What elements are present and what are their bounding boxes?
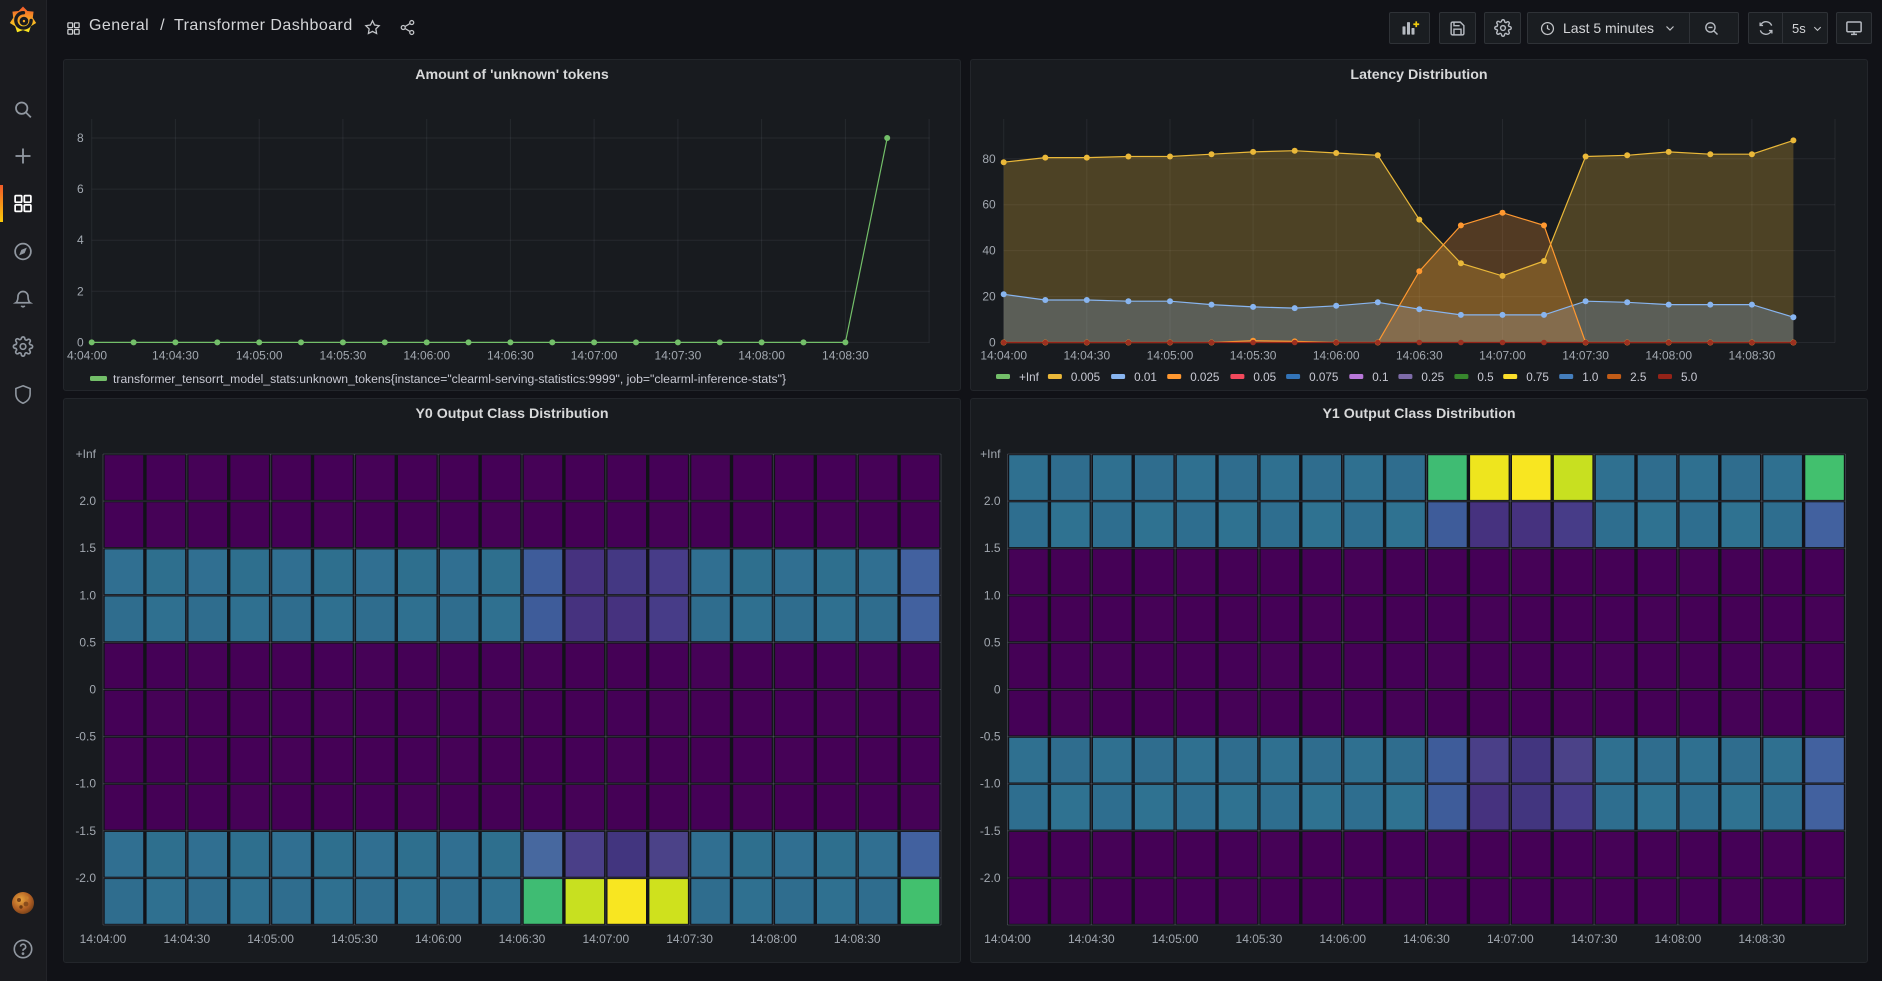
svg-text:-0.5: -0.5: [75, 730, 96, 744]
svg-text:14:07:30: 14:07:30: [1562, 349, 1609, 363]
svg-text:14:04:00: 14:04:00: [980, 349, 1027, 363]
svg-text:14:04:00: 14:04:00: [80, 932, 127, 946]
svg-text:14:07:30: 14:07:30: [666, 932, 713, 946]
svg-text:8: 8: [77, 131, 84, 145]
svg-text:14:08:00: 14:08:00: [1645, 349, 1692, 363]
svg-text:14:07:00: 14:07:00: [571, 348, 618, 362]
svg-text:0.5: 0.5: [79, 635, 96, 649]
svg-text:14:08:30: 14:08:30: [1738, 932, 1785, 946]
svg-text:14:05:30: 14:05:30: [331, 932, 378, 946]
svg-text:1.0: 1.0: [79, 588, 96, 602]
svg-text:14:08:00: 14:08:00: [750, 932, 797, 946]
svg-text:0.75: 0.75: [1526, 371, 1549, 384]
svg-text:14:04:30: 14:04:30: [1063, 349, 1110, 363]
svg-text:0.5: 0.5: [1477, 371, 1494, 384]
svg-text:14:08:00: 14:08:00: [1655, 932, 1702, 946]
svg-text:0.025: 0.025: [1190, 371, 1220, 384]
svg-text:14:06:30: 14:06:30: [499, 932, 546, 946]
svg-text:14:07:00: 14:07:00: [1479, 349, 1526, 363]
svg-text:6: 6: [77, 182, 84, 196]
svg-text:14:06:30: 14:06:30: [1396, 349, 1443, 363]
svg-text:0: 0: [994, 683, 1001, 697]
svg-text:14:06:00: 14:06:00: [1313, 349, 1360, 363]
svg-text:14:07:30: 14:07:30: [655, 348, 702, 362]
svg-text:14:04:30: 14:04:30: [152, 348, 199, 362]
svg-text:+Inf: +Inf: [76, 447, 97, 461]
svg-text:-1.0: -1.0: [75, 777, 96, 791]
svg-text:+Inf: +Inf: [1019, 371, 1040, 384]
svg-text:14:08:30: 14:08:30: [1729, 349, 1776, 363]
svg-text:-2.0: -2.0: [980, 871, 1001, 885]
svg-text:transformer_tensorrt_model_sta: transformer_tensorrt_model_stats:unknown…: [113, 372, 786, 386]
svg-text:1.5: 1.5: [984, 541, 1001, 555]
svg-text:2: 2: [77, 284, 84, 298]
svg-text:0: 0: [89, 683, 96, 697]
svg-text:14:05:00: 14:05:00: [247, 932, 294, 946]
svg-text:14:08:00: 14:08:00: [738, 348, 785, 362]
svg-text:-0.5: -0.5: [980, 730, 1001, 744]
svg-text:14:05:30: 14:05:30: [320, 348, 367, 362]
svg-text:14:04:30: 14:04:30: [163, 932, 210, 946]
svg-text:5.0: 5.0: [1681, 371, 1698, 384]
svg-text:2.5: 2.5: [1630, 371, 1647, 384]
svg-text:14:08:30: 14:08:30: [822, 348, 869, 362]
svg-text:14:07:30: 14:07:30: [1571, 932, 1618, 946]
svg-text:1.5: 1.5: [79, 541, 96, 555]
svg-text:0.5: 0.5: [984, 635, 1001, 649]
svg-text:60: 60: [982, 198, 996, 212]
svg-text:2.0: 2.0: [984, 494, 1001, 508]
svg-text:1.0: 1.0: [1582, 371, 1599, 384]
svg-text:0.01: 0.01: [1134, 371, 1157, 384]
svg-text:40: 40: [982, 244, 996, 258]
svg-text:14:06:30: 14:06:30: [1403, 932, 1450, 946]
svg-text:14:04:30: 14:04:30: [1068, 932, 1115, 946]
svg-text:14:06:00: 14:06:00: [403, 348, 450, 362]
svg-text:14:06:30: 14:06:30: [487, 348, 534, 362]
svg-text:-1.0: -1.0: [980, 777, 1001, 791]
svg-text:0.1: 0.1: [1372, 371, 1388, 384]
svg-text:14:06:00: 14:06:00: [415, 932, 462, 946]
svg-text:+Inf: +Inf: [980, 447, 1001, 461]
svg-text:0.25: 0.25: [1421, 371, 1444, 384]
svg-text:14:05:00: 14:05:00: [1152, 932, 1199, 946]
svg-text:14:06:00: 14:06:00: [1319, 932, 1366, 946]
svg-text:14:05:30: 14:05:30: [1236, 932, 1283, 946]
svg-text:0.075: 0.075: [1309, 371, 1339, 384]
svg-text:14:05:00: 14:05:00: [236, 348, 283, 362]
svg-text:-1.5: -1.5: [75, 824, 96, 838]
svg-text:4: 4: [77, 233, 84, 247]
svg-text:-1.5: -1.5: [980, 824, 1001, 838]
svg-text:4:04:00: 4:04:00: [67, 348, 107, 362]
svg-text:14:08:30: 14:08:30: [834, 932, 881, 946]
svg-text:14:07:00: 14:07:00: [582, 932, 629, 946]
svg-text:2.0: 2.0: [79, 494, 96, 508]
svg-text:0: 0: [77, 335, 84, 349]
svg-text:14:04:00: 14:04:00: [984, 932, 1031, 946]
svg-text:0.005: 0.005: [1071, 371, 1101, 384]
svg-text:-2.0: -2.0: [75, 871, 96, 885]
svg-text:14:05:30: 14:05:30: [1230, 349, 1277, 363]
svg-text:1.0: 1.0: [984, 588, 1001, 602]
svg-text:14:07:00: 14:07:00: [1487, 932, 1534, 946]
svg-text:0.05: 0.05: [1253, 371, 1276, 384]
svg-text:14:05:00: 14:05:00: [1147, 349, 1194, 363]
svg-text:0: 0: [989, 336, 996, 350]
svg-text:80: 80: [982, 152, 996, 166]
svg-text:20: 20: [982, 290, 996, 304]
